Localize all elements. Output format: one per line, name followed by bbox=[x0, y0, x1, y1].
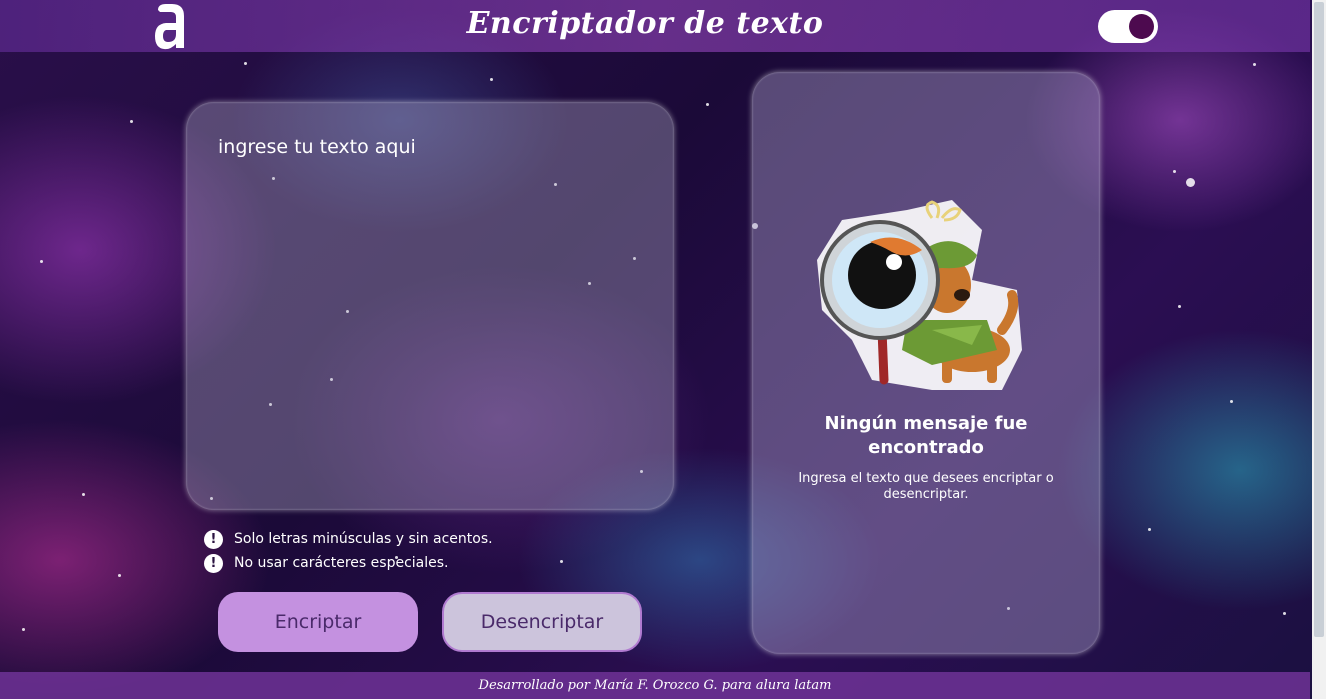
app-title: Encriptador de texto bbox=[466, 6, 824, 41]
theme-toggle[interactable] bbox=[1098, 10, 1158, 43]
input-panel bbox=[186, 102, 674, 510]
text-input[interactable] bbox=[216, 134, 640, 478]
footer: Desarrollado por María F. Orozco G. para… bbox=[0, 672, 1310, 699]
output-title-line2: encontrado bbox=[868, 437, 984, 458]
rule-text: No usar carácteres especiales. bbox=[234, 555, 449, 571]
warning-icon: ! bbox=[204, 553, 223, 573]
output-description: Ingresa el texto que desees encriptar o … bbox=[798, 471, 1054, 502]
scrollbar-thumb[interactable] bbox=[1314, 2, 1324, 637]
warning-icon: ! bbox=[204, 529, 223, 549]
rule-text: Solo letras minúsculas y sin acentos. bbox=[234, 531, 493, 547]
scrollbar[interactable] bbox=[1312, 0, 1326, 699]
footer-credit: Desarrollado por María F. Orozco G. para… bbox=[478, 678, 832, 693]
top-bar: Encriptador de texto bbox=[0, 0, 1310, 52]
output-panel: Ningún mensaje fue encontrado Ingresa el… bbox=[752, 72, 1100, 654]
output-title-line1: Ningún mensaje fue bbox=[824, 413, 1028, 434]
detective-dog-icon bbox=[812, 190, 1022, 395]
input-rules: ! Solo letras minúsculas y sin acentos. … bbox=[204, 527, 493, 575]
decrypt-button[interactable]: Desencriptar bbox=[442, 592, 642, 652]
rule-item: ! Solo letras minúsculas y sin acentos. bbox=[204, 527, 493, 551]
toggle-knob-icon bbox=[1129, 14, 1154, 39]
rule-item: ! No usar carácteres especiales. bbox=[204, 551, 493, 575]
encrypt-button[interactable]: Encriptar bbox=[218, 592, 418, 652]
output-title: Ningún mensaje fue encontrado bbox=[752, 412, 1100, 460]
